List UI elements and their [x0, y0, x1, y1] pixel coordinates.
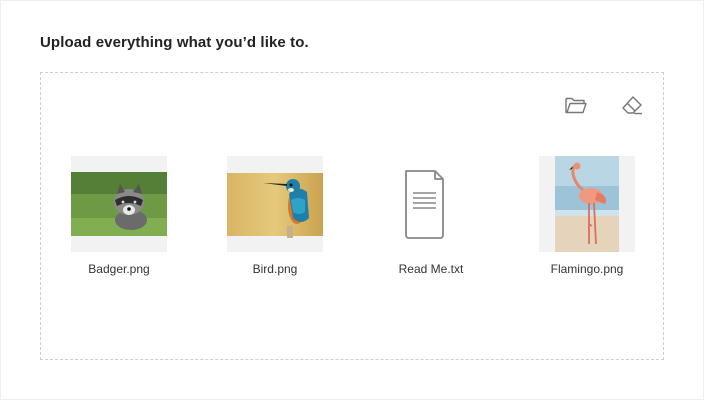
file-name: Badger.png [88, 262, 150, 276]
bird-image [227, 173, 323, 238]
eraser-icon [622, 96, 642, 115]
file-thumbnail [539, 156, 635, 252]
upload-widget: Upload everything what you’d like to. Ba… [0, 0, 704, 400]
flamingo-image [555, 156, 619, 252]
page-title: Upload everything what you’d like to. [40, 34, 309, 51]
badger-image [71, 172, 167, 236]
file-thumbnail [227, 156, 323, 252]
file-name: Bird.png [252, 262, 298, 276]
file-item[interactable]: Read Me.txt [361, 156, 501, 276]
file-name: Flamingo.png [550, 262, 624, 276]
file-thumbnail [383, 156, 479, 252]
file-dropzone[interactable]: Badger.png Bird.png Read Me.txt Flamingo… [40, 72, 664, 360]
file-item[interactable]: Flamingo.png [517, 156, 657, 276]
folder-open-icon [565, 97, 587, 114]
open-folder-button[interactable] [562, 91, 590, 119]
clear-all-button[interactable] [618, 91, 646, 119]
file-item[interactable]: Bird.png [205, 156, 345, 276]
document-icon [405, 170, 444, 239]
file-thumbnail [71, 156, 167, 252]
file-name: Read Me.txt [398, 262, 464, 276]
file-item[interactable]: Badger.png [49, 156, 189, 276]
